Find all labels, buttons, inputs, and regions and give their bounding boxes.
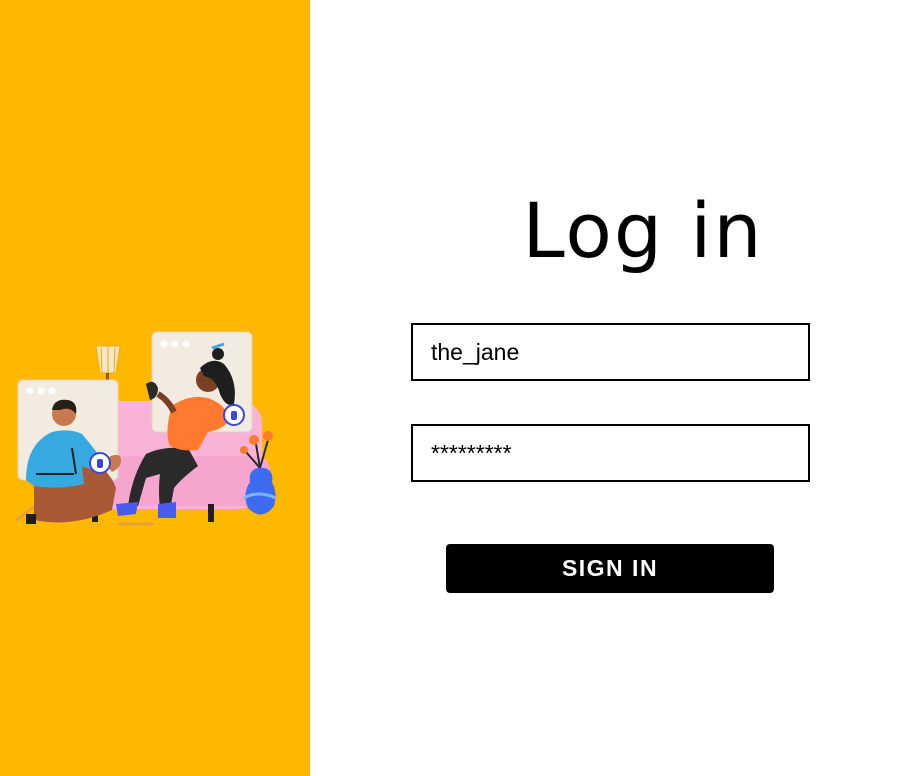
login-page: Log in SIGN IN [0, 0, 912, 776]
username-field-box[interactable] [411, 323, 810, 381]
username-input[interactable] [431, 338, 790, 366]
lock-icon [89, 452, 111, 474]
page-title: Log in [522, 186, 764, 275]
password-input[interactable] [431, 439, 790, 467]
password-field-box[interactable] [411, 424, 810, 482]
video-call-illustration [15, 331, 277, 526]
login-form-panel: Log in SIGN IN [310, 0, 912, 776]
sign-in-button[interactable]: SIGN IN [446, 544, 774, 593]
illustration-panel [0, 0, 310, 776]
lock-icon [223, 404, 245, 426]
